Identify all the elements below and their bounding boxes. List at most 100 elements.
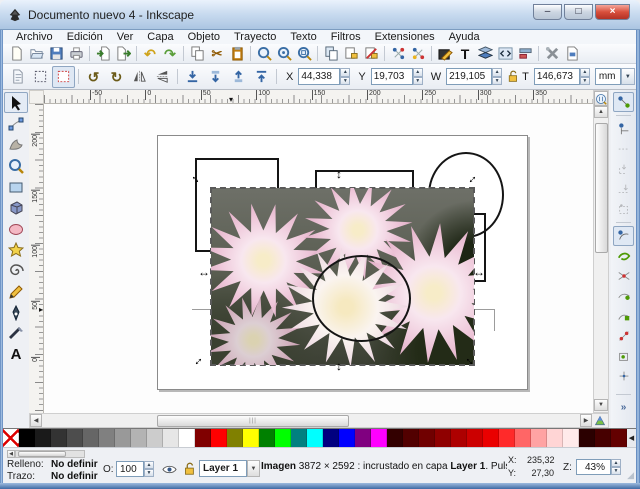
canvas[interactable]: ↔ ↔ ↔ ↔ ↔ ↔ ↔ ↔ — [44, 104, 593, 413]
swatch-008000[interactable] — [259, 429, 275, 447]
snap-nodes-icon[interactable] — [613, 226, 634, 246]
scale-handle-bottom[interactable]: ↔ — [334, 360, 348, 374]
snap-cusp-nodes-icon[interactable] — [613, 286, 634, 306]
swatch-800000[interactable] — [195, 429, 211, 447]
swatch-330000[interactable] — [387, 429, 403, 447]
layer-visibility-icon[interactable] — [159, 460, 179, 478]
preferences-icon[interactable] — [542, 45, 562, 63]
cms-toggle-button[interactable] — [592, 414, 608, 427]
align-dialog-icon[interactable] — [515, 45, 535, 63]
swatch-999999[interactable] — [115, 429, 131, 447]
new-document-icon[interactable] — [6, 45, 26, 63]
swatch-470000[interactable] — [595, 429, 611, 447]
vertical-scroll-thumb[interactable] — [595, 123, 608, 253]
layer-lock-icon[interactable] — [179, 460, 199, 478]
print-icon[interactable] — [66, 45, 86, 63]
palette-scrollbar[interactable]: ◀ — [7, 450, 85, 458]
swatch-4d4d4d[interactable] — [67, 429, 83, 447]
fill-value[interactable]: No definir — [51, 459, 98, 470]
fill-stroke-dialog-icon[interactable] — [435, 45, 455, 63]
scale-handle-top[interactable]: ↔ — [334, 168, 348, 182]
selector-tool[interactable] — [4, 92, 28, 113]
swatch-ffeaea[interactable] — [563, 429, 579, 447]
swatch-666666[interactable] — [83, 429, 99, 447]
snap-bbox-edge-midpoints-icon[interactable] — [613, 179, 634, 199]
calligraphy-tool[interactable] — [4, 323, 28, 344]
import-icon[interactable] — [93, 45, 113, 63]
snap-enable-icon[interactable] — [613, 92, 634, 112]
tweak-tool[interactable] — [4, 134, 28, 155]
text-tool[interactable]: A — [4, 344, 28, 365]
opacity-spin-down[interactable]: ▼ — [144, 469, 154, 477]
snap-path-intersections-icon[interactable] — [613, 266, 634, 286]
snap-paths-icon[interactable] — [613, 246, 634, 266]
scroll-right-button[interactable]: ▶ — [580, 414, 592, 427]
scale-handle-left[interactable]: ↔ — [197, 265, 211, 279]
select-all-icon[interactable] — [6, 66, 29, 88]
snap-bbox-corners-icon[interactable] — [613, 159, 634, 179]
deselect-icon[interactable] — [52, 65, 75, 88]
swatch-ffa3a3[interactable] — [531, 429, 547, 447]
h-spin-up[interactable]: ▲ — [579, 68, 590, 77]
swatch-ff00ff[interactable] — [371, 429, 387, 447]
selection-box-icon[interactable] — [29, 66, 52, 88]
swatch-ffd5d5[interactable] — [547, 429, 563, 447]
swatch-ff2a2a[interactable] — [499, 429, 515, 447]
w-spin-down[interactable]: ▼ — [492, 76, 503, 85]
h-field[interactable]: 146,673 ▲ ▼ — [533, 68, 590, 85]
swatch-ea0000[interactable] — [483, 429, 499, 447]
rotate-cw-icon[interactable]: ↻ — [105, 66, 128, 88]
swatch-520000[interactable] — [403, 429, 419, 447]
zoom-page-icon[interactable] — [294, 45, 314, 63]
scroll-down-button[interactable]: ▼ — [594, 399, 608, 411]
snap-bbox-centers-icon[interactable] — [613, 199, 634, 219]
zoom-spin-down[interactable]: ▼ — [611, 467, 621, 475]
scale-handle-right[interactable]: ↔ — [472, 265, 486, 279]
opacity-field[interactable]: 100 — [116, 461, 144, 477]
vertical-ruler[interactable]: ▸ 200 150 100 50 0 — [29, 104, 44, 413]
snap-bbox-icon[interactable] — [613, 119, 634, 139]
swatch-ff0000[interactable] — [211, 429, 227, 447]
close-button[interactable]: × — [595, 4, 630, 20]
layer-selector-dropdown-arrow[interactable]: ▼ — [247, 460, 260, 477]
horizontal-scroll-thumb[interactable]: ||| — [157, 415, 349, 427]
ellipse-tool[interactable] — [4, 218, 28, 239]
zoom-tool[interactable] — [4, 155, 28, 176]
menu-filtros[interactable]: Filtros — [324, 31, 368, 43]
swatch-ff6666[interactable] — [515, 429, 531, 447]
units-dropdown-arrow[interactable]: ▼ — [620, 68, 635, 85]
raise-icon[interactable] — [227, 66, 250, 88]
w-field[interactable]: 219,105 ▲ ▼ — [446, 68, 503, 85]
h-spin-down[interactable]: ▼ — [579, 76, 590, 85]
layer-selector[interactable]: Layer 1 — [199, 460, 247, 477]
swatch-none[interactable] — [3, 429, 19, 447]
horizontal-ruler[interactable]: ▾ -50 0 50 100 150 200 250 300 350 — [44, 90, 593, 104]
document-properties-icon[interactable] — [562, 45, 582, 63]
title-bar[interactable]: Documento nuevo 4 - Inkscape – □ × — [0, 0, 640, 30]
box-3d-tool[interactable] — [4, 197, 28, 218]
snap-rotation-centers-icon[interactable] — [613, 366, 634, 386]
x-spin-down[interactable]: ▼ — [340, 76, 351, 85]
swatch-000000[interactable] — [19, 429, 35, 447]
opacity-spin-up[interactable]: ▲ — [144, 461, 154, 469]
palette-scroll-thumb[interactable] — [18, 451, 66, 457]
horizontal-scrollbar[interactable]: ◀ ||| ▶ — [29, 413, 609, 428]
snap-object-centers-icon[interactable] — [613, 346, 634, 366]
raise-to-top-icon[interactable] — [250, 66, 273, 88]
ellipse-shape-2[interactable] — [312, 255, 411, 342]
y-spin-up[interactable]: ▲ — [412, 68, 423, 77]
cut-icon[interactable]: ✂ — [207, 45, 227, 63]
swatch-cccccc[interactable] — [147, 429, 163, 447]
snap-toolbar-overflow-button[interactable]: » — [621, 402, 627, 413]
layers-dialog-icon[interactable] — [475, 45, 495, 63]
undo-icon[interactable]: ↶ — [140, 45, 160, 63]
pencil-tool[interactable] — [4, 281, 28, 302]
text-dialog-icon[interactable]: T — [455, 45, 475, 63]
swatch-808080[interactable] — [99, 429, 115, 447]
star-tool[interactable] — [4, 239, 28, 260]
group-icon[interactable] — [388, 45, 408, 63]
palette-scroll-left-button[interactable]: ◀ — [7, 450, 15, 458]
scroll-up-button[interactable]: ▲ — [594, 106, 608, 118]
menu-extensiones[interactable]: Extensiones — [368, 31, 442, 43]
snap-midpoints-icon[interactable] — [613, 326, 634, 346]
